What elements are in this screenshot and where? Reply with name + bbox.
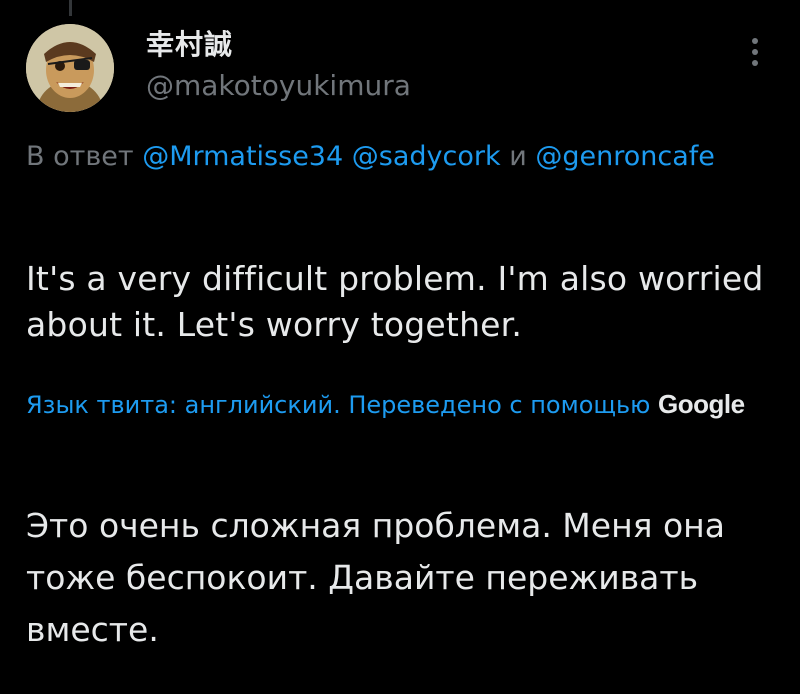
google-logo: Google [658,389,745,419]
reply-conjunction: и [509,141,527,172]
more-vertical-icon [752,60,758,66]
tweet-text: It's a very difficult problem. I'm also … [26,259,764,344]
author-display-name[interactable]: 幸村誠 [146,28,411,62]
translation-note[interactable]: Язык твита: английский. Переведено с пом… [26,382,746,427]
reply-prefix: В ответ [26,141,134,172]
translation-note-text[interactable]: Язык твита: английский. Переведено с пом… [26,391,650,419]
avatar-image-icon [26,24,114,112]
more-options-button[interactable] [740,32,770,72]
author-handle[interactable]: @makotoyukimura [146,68,411,104]
more-vertical-icon [752,49,758,55]
avatar[interactable] [26,24,114,112]
more-vertical-icon [752,38,758,44]
mention-link[interactable]: @genroncafe [535,141,715,172]
translated-tweet-text: Это очень сложная проблема. Меня она тож… [26,506,725,649]
mention-link[interactable]: @Mrmatisse34 [142,141,343,172]
tweet-author[interactable]: 幸村誠 @makotoyukimura [146,28,411,104]
thread-connector-line [69,0,72,16]
mention-link[interactable]: @sadycork [352,141,501,172]
reply-context: В ответ @Mrmatisse34 @sadycork и @genron… [26,133,746,181]
